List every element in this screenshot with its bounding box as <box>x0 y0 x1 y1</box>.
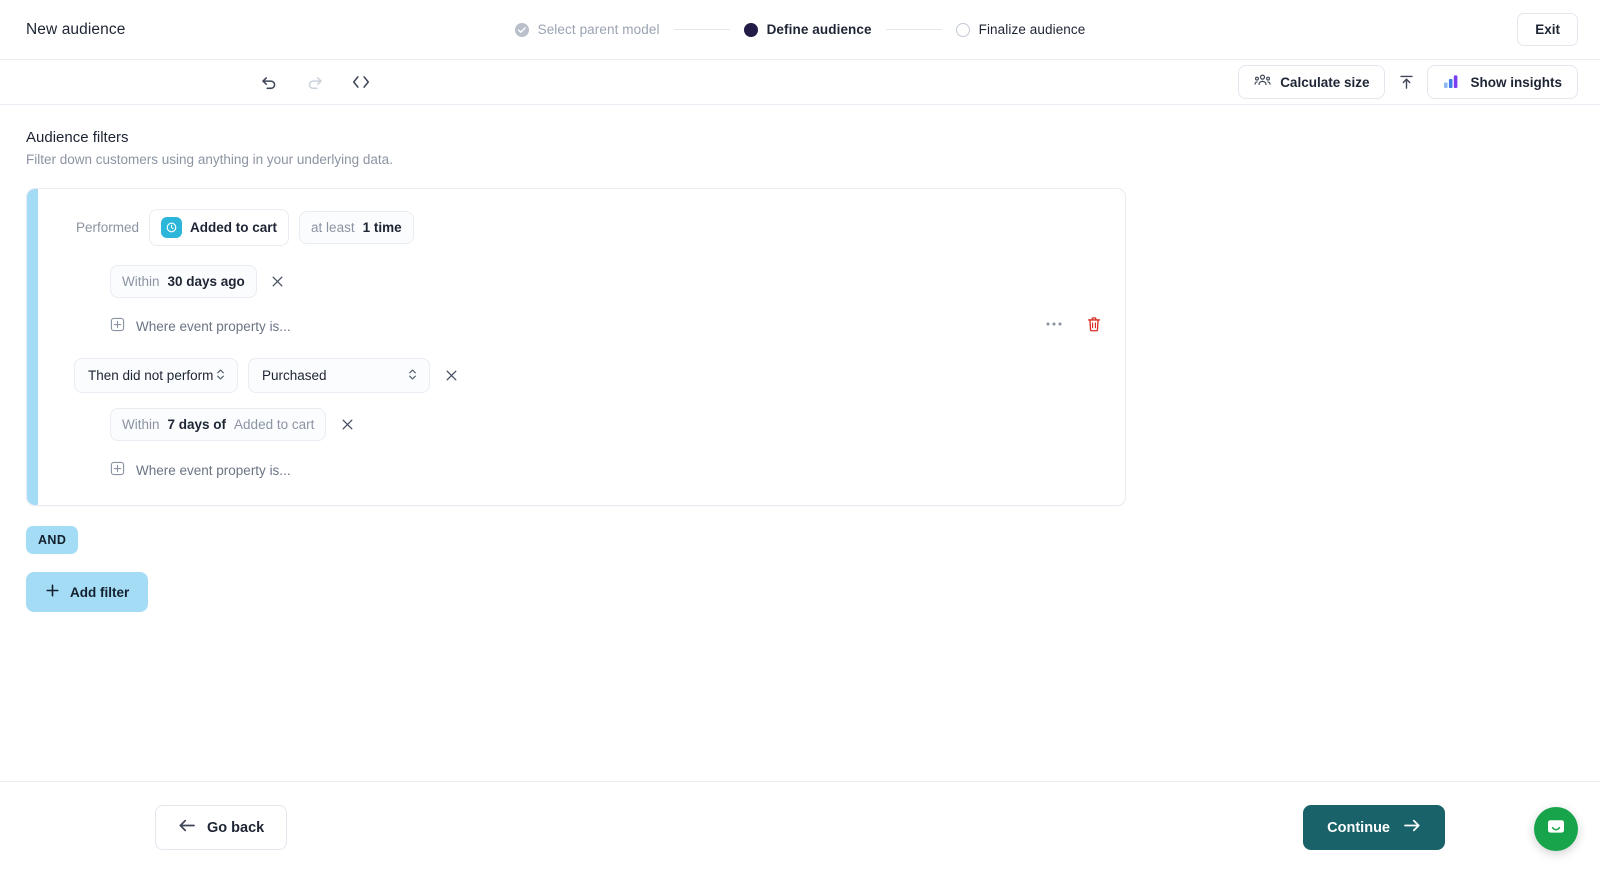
audience-builder-page: New audience Select parent model Define … <box>0 0 1600 873</box>
show-insights-label: Show insights <box>1470 75 1562 90</box>
step-define-audience[interactable]: Define audience <box>744 22 872 37</box>
check-circle-icon <box>515 23 529 37</box>
second-event-select[interactable]: Purchased <box>248 358 430 393</box>
second-event-select-value: Purchased <box>262 368 327 383</box>
editor-toolbar: Calculate size Show insights <box>0 60 1600 105</box>
operator-select-value: Then did not perform <box>88 368 213 383</box>
performed-label: Performed <box>76 220 139 235</box>
plus-box-icon <box>110 317 125 335</box>
timeframe-chip-1[interactable]: Within 30 days ago <box>110 265 257 298</box>
filter-card: Performed Added to cart at least 1 time <box>26 188 1126 506</box>
timeframe-row-2: Within 7 days of Added to cart <box>38 408 1125 441</box>
and-operator-badge[interactable]: AND <box>26 526 78 554</box>
add-event-property-button-2[interactable]: Where event property is... <box>110 457 291 483</box>
step-label: Finalize audience <box>979 22 1086 37</box>
continue-button[interactable]: Continue <box>1303 805 1445 850</box>
continue-label: Continue <box>1327 820 1390 836</box>
calculate-size-button[interactable]: Calculate size <box>1238 65 1385 99</box>
page-title: New audience <box>26 21 125 39</box>
operator-row: Then did not perform Purchased <box>38 358 1125 393</box>
frequency-value: 1 time <box>363 220 402 235</box>
step-label: Define audience <box>767 22 872 37</box>
remove-operator-row-button[interactable] <box>440 365 462 387</box>
remove-timeframe-1-button[interactable] <box>267 271 289 293</box>
empty-circle-icon <box>956 23 970 37</box>
toolbar-left-group <box>254 68 376 96</box>
trash-icon[interactable] <box>1083 313 1105 335</box>
add-filter-label: Add filter <box>70 585 129 600</box>
stepper-divider <box>886 29 942 31</box>
step-finalize-audience[interactable]: Finalize audience <box>956 22 1086 37</box>
people-icon <box>1254 73 1271 91</box>
plus-icon <box>45 583 60 601</box>
section-title: Audience filters <box>26 129 1574 146</box>
operator-select[interactable]: Then did not perform <box>74 358 238 393</box>
filter-accent-bar <box>27 189 38 505</box>
go-back-label: Go back <box>207 820 264 836</box>
clock-badge-icon <box>161 217 182 238</box>
timeframe-1-prefix: Within <box>122 274 160 289</box>
timeframe-row-1: Within 30 days ago <box>38 265 1125 298</box>
undo-icon[interactable] <box>254 68 284 96</box>
main-content: Audience filters Filter down customers u… <box>0 105 1600 781</box>
timeframe-1-value: 30 days ago <box>168 274 245 289</box>
top-bar: New audience Select parent model Define … <box>0 0 1600 60</box>
add-event-property-label-1: Where event property is... <box>136 319 291 334</box>
frequency-chip[interactable]: at least 1 time <box>299 211 414 244</box>
filled-dot-icon <box>744 23 758 37</box>
filter-card-actions <box>1043 313 1105 335</box>
wizard-stepper: Select parent model Define audience Fina… <box>0 22 1600 37</box>
timeframe-2-suffix: Added to cart <box>234 417 314 432</box>
calculate-size-label: Calculate size <box>1280 75 1369 90</box>
ellipsis-icon[interactable] <box>1043 313 1065 335</box>
section-subtitle: Filter down customers using anything in … <box>26 152 1574 167</box>
add-property-row-1: Where event property is... <box>38 313 1125 339</box>
step-label: Select parent model <box>538 22 660 37</box>
chat-bubble-icon <box>1544 815 1568 844</box>
add-event-property-button-1[interactable]: Where event property is... <box>110 313 291 339</box>
event-chip-added-to-cart[interactable]: Added to cart <box>149 209 289 246</box>
plus-box-icon <box>110 461 125 479</box>
redo-icon <box>300 68 330 96</box>
performed-row: Performed Added to cart at least 1 time <box>38 209 1125 246</box>
code-brackets-icon[interactable] <box>346 68 376 96</box>
timeframe-chip-2[interactable]: Within 7 days of Added to cart <box>110 408 326 441</box>
event-chip-label: Added to cart <box>190 220 277 235</box>
footer-bar: Go back Continue <box>0 781 1600 873</box>
exit-button[interactable]: Exit <box>1517 13 1578 46</box>
arrow-right-icon <box>1403 818 1421 837</box>
export-icon[interactable] <box>1385 65 1427 99</box>
toolbar-right-group: Calculate size Show insights <box>1238 65 1578 99</box>
chevron-updown-icon <box>406 367 419 385</box>
add-event-property-label-2: Where event property is... <box>136 463 291 478</box>
filter-card-body: Performed Added to cart at least 1 time <box>38 189 1125 505</box>
go-back-button[interactable]: Go back <box>155 805 287 850</box>
step-select-parent-model[interactable]: Select parent model <box>515 22 660 37</box>
timeframe-2-value: 7 days of <box>168 417 227 432</box>
stepper-divider <box>674 29 730 31</box>
frequency-prefix: at least <box>311 220 355 235</box>
add-filter-button[interactable]: Add filter <box>26 572 148 612</box>
timeframe-2-prefix: Within <box>122 417 160 432</box>
add-property-row-2: Where event property is... <box>38 457 1125 483</box>
intercom-launcher-button[interactable] <box>1534 807 1578 851</box>
bar-chart-icon <box>1443 73 1461 92</box>
arrow-left-icon <box>178 818 196 837</box>
chevron-updown-icon <box>214 367 227 385</box>
footer-inner: Go back Continue <box>155 805 1445 850</box>
show-insights-button[interactable]: Show insights <box>1427 65 1578 99</box>
remove-timeframe-2-button[interactable] <box>336 414 358 436</box>
